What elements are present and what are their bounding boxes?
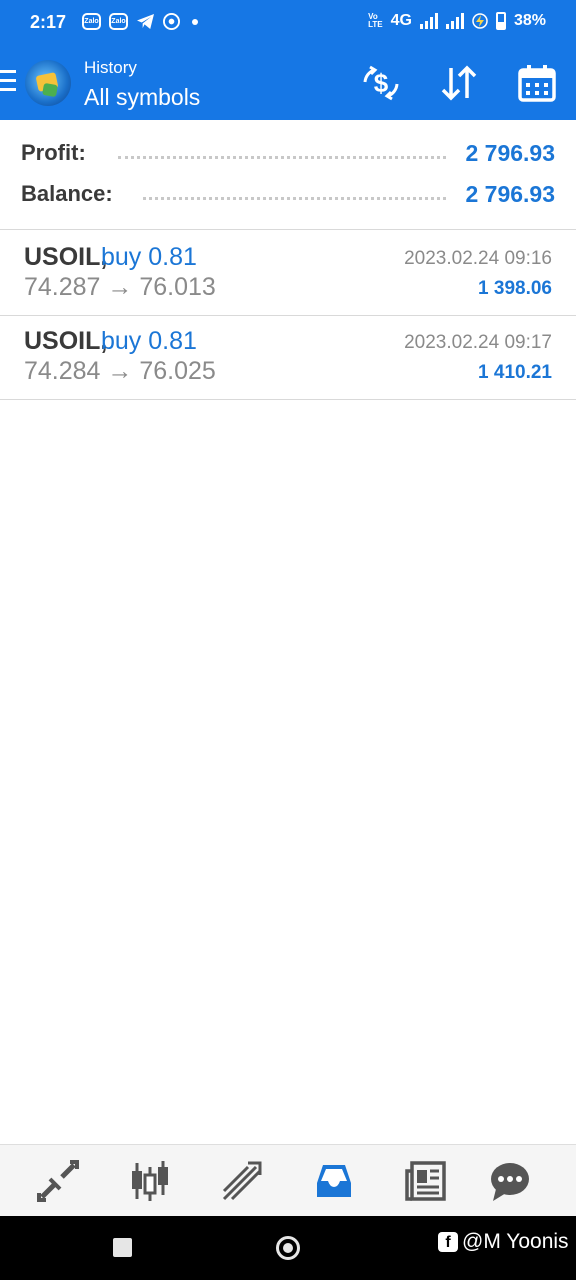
deal-symbol: USOIL, <box>24 327 108 355</box>
deal-profit: 1 398.06 <box>478 278 552 299</box>
deal-side-volume: buy 0.81 <box>101 243 197 271</box>
system-indicators: Vo LTE 4G 38% <box>368 12 546 30</box>
chrome-icon <box>163 13 180 30</box>
charging-icon <box>472 13 488 29</box>
deal-prices: 74.284 → 76.025 <box>24 357 216 385</box>
divider <box>0 229 576 230</box>
zalo-icon: Zalo <box>109 13 128 30</box>
deal-row[interactable]: USOIL, buy 0.81 74.287 → 76.013 2023.02.… <box>0 231 576 315</box>
status-time: 2:17 <box>30 12 67 32</box>
currency-exchange-icon[interactable]: $ <box>360 62 402 104</box>
volte-icon: Vo LTE <box>368 12 383 29</box>
signal-icon <box>445 13 464 29</box>
balance-value: 2 796.93 <box>465 181 555 207</box>
trade-icon[interactable] <box>220 1159 264 1203</box>
status-bar: 2:17 Zalo Zalo Vo LTE 4G 38% <box>0 0 576 48</box>
app-subtitle: History <box>84 58 137 77</box>
symbol-filter-title[interactable]: All symbols <box>84 84 200 111</box>
sort-icon[interactable] <box>438 62 480 104</box>
bottom-tab-bar <box>0 1144 576 1216</box>
signal-icon <box>419 13 438 29</box>
history-inbox-icon[interactable] <box>312 1159 356 1203</box>
app-logo <box>25 60 71 106</box>
home-button[interactable] <box>276 1236 300 1260</box>
deal-prices: 74.287 → 76.013 <box>24 273 216 301</box>
zalo-icon: Zalo <box>82 13 101 30</box>
watermark: f @M Yoonis <box>438 1230 569 1254</box>
deal-row[interactable]: USOIL, buy 0.81 74.284 → 76.025 2023.02.… <box>0 315 576 399</box>
battery-level: 38% <box>513 12 546 29</box>
calendar-icon[interactable] <box>516 62 558 104</box>
messages-icon[interactable] <box>488 1159 532 1203</box>
battery-icon <box>495 12 506 30</box>
watermark-text: @M Yoonis <box>462 1230 569 1253</box>
facebook-icon: f <box>438 1232 458 1252</box>
divider <box>0 399 576 400</box>
balance-row: Balance: 2 796.93 <box>0 175 576 215</box>
profit-label: Profit: <box>21 140 86 165</box>
deal-datetime: 2023.02.24 09:16 <box>404 248 552 269</box>
profit-value: 2 796.93 <box>465 140 555 166</box>
deal-datetime: 2023.02.24 09:17 <box>404 332 552 353</box>
menu-icon[interactable] <box>0 70 16 96</box>
dotted-leader <box>118 156 446 159</box>
profit-row: Profit: 2 796.93 <box>0 134 576 174</box>
telegram-icon <box>137 13 154 30</box>
news-icon[interactable] <box>404 1159 448 1203</box>
deal-side-volume: buy 0.81 <box>101 327 197 355</box>
app-bar: History All symbols $ <box>0 48 576 120</box>
deal-symbol: USOIL, <box>24 243 108 271</box>
deal-profit: 1 410.21 <box>478 362 552 383</box>
dotted-leader <box>143 197 446 200</box>
network-type: 4G <box>390 12 412 29</box>
recents-button[interactable] <box>113 1238 132 1257</box>
quotes-icon[interactable] <box>36 1159 80 1203</box>
system-nav-bar: f @M Yoonis <box>0 1216 576 1280</box>
svg-text:$: $ <box>374 68 389 98</box>
balance-label: Balance: <box>21 181 113 206</box>
chart-candles-icon[interactable] <box>128 1159 172 1203</box>
notification-icons: Zalo Zalo <box>82 13 198 30</box>
more-notifications-icon <box>192 18 198 25</box>
